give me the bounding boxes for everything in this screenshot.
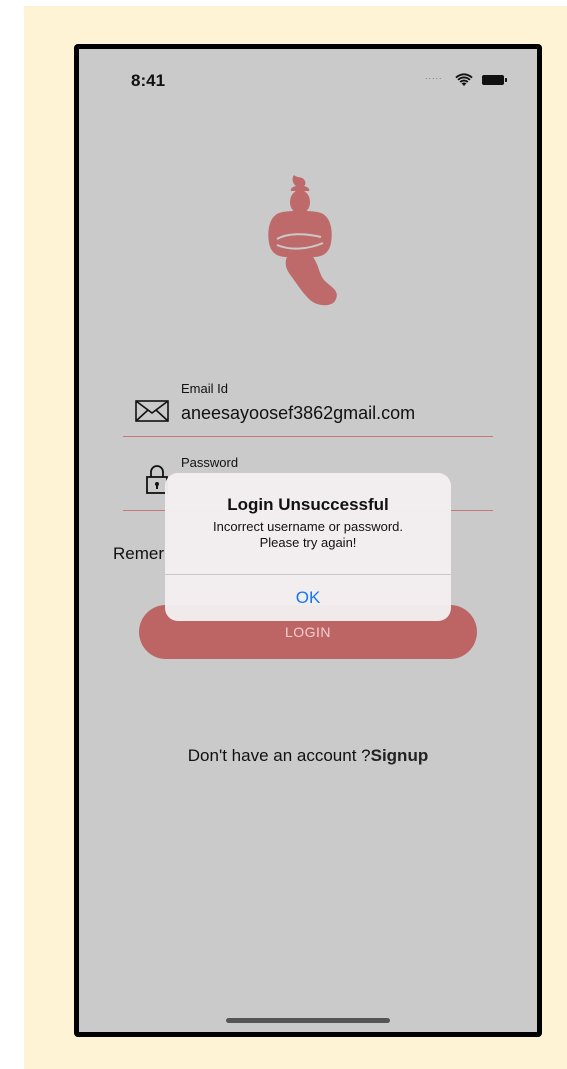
alert-message: Incorrect username or password. Please t… — [179, 519, 437, 551]
alert-title: Login Unsuccessful — [227, 495, 389, 514]
email-field[interactable]: Email Id aneesayoosef3862gmail.com — [123, 381, 493, 437]
password-label: Password — [181, 455, 239, 470]
alert-ok-button[interactable]: OK — [165, 575, 451, 621]
envelope-icon — [135, 400, 169, 422]
phone-screen: 8:41 ..... Email Id aneesayoosef3862gmai… — [74, 44, 542, 1037]
email-value[interactable]: aneesayoosef3862gmail.com — [181, 403, 415, 424]
status-time: 8:41 — [131, 71, 166, 90]
alert-message-line1: Incorrect username or password. — [212, 519, 404, 534]
signup-link[interactable]: Signup — [371, 746, 429, 765]
signup-row: Don't have an account ?Signup — [79, 746, 537, 766]
email-label: Email Id — [181, 381, 228, 396]
login-error-alert: Login Unsuccessful Incorrect username or… — [165, 473, 451, 621]
signup-prompt: Don't have an account ? — [187, 746, 371, 765]
alert-message-line2: Please try again! — [259, 535, 357, 550]
genie-logo — [268, 175, 337, 306]
home-indicator[interactable] — [226, 1018, 390, 1023]
battery-icon — [482, 75, 507, 85]
signal-dots: ..... — [425, 71, 443, 81]
wifi-icon — [455, 73, 473, 86]
remember-me-label[interactable]: Remer — [113, 544, 164, 564]
